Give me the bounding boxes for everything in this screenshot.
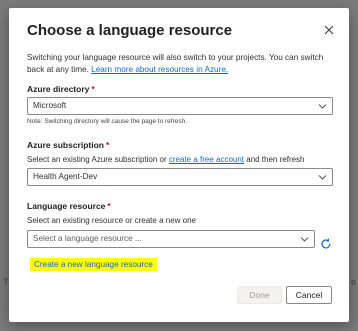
learn-more-link[interactable]: Learn more about resources in Azure. — [91, 65, 228, 74]
language-resource-dropdown[interactable]: Select a language resource ... — [27, 230, 315, 248]
azure-subscription-dropdown[interactable]: Health Agent-Dev — [27, 168, 333, 186]
background-text-fragment: e — [350, 277, 356, 287]
azure-subscription-value: Health Agent-Dev — [33, 172, 98, 181]
resource-help: Select an existing resource or create a … — [27, 216, 196, 225]
intro-text: Switching your language resource will al… — [27, 52, 337, 76]
azure-subscription-label-text: Azure subscription — [27, 140, 104, 150]
choose-language-resource-dialog: Choose a language resource Switching you… — [9, 8, 349, 322]
create-free-account-link[interactable]: create a free account — [169, 155, 244, 164]
azure-directory-label: Azure directory * — [27, 84, 95, 94]
language-resource-label-text: Language resource — [27, 201, 106, 211]
subscription-help: Select an existing Azure subscription or… — [27, 155, 305, 164]
create-new-language-resource-link[interactable]: Create a new language resource — [30, 258, 157, 271]
done-button[interactable]: Done — [237, 286, 282, 304]
close-icon[interactable] — [323, 24, 335, 36]
refresh-icon[interactable] — [320, 238, 332, 250]
required-marker: * — [107, 201, 111, 211]
subscription-help-suffix: and then refresh — [244, 155, 305, 164]
chevron-down-icon — [300, 237, 309, 242]
chevron-down-icon — [318, 175, 327, 180]
chevron-down-icon — [318, 104, 327, 109]
cancel-button[interactable]: Cancel — [286, 286, 332, 304]
required-marker: * — [105, 140, 110, 150]
required-marker: * — [91, 84, 95, 94]
subscription-help-prefix: Select an existing Azure subscription or — [27, 155, 169, 164]
dialog-title: Choose a language resource — [27, 22, 233, 39]
azure-directory-label-text: Azure directory — [27, 84, 90, 94]
azure-directory-value: Microsoft — [33, 101, 67, 110]
language-resource-label: Language resource * — [27, 201, 111, 211]
azure-directory-dropdown[interactable]: Microsoft — [27, 97, 333, 115]
azure-subscription-label: Azure subscription * — [27, 140, 109, 150]
language-resource-placeholder: Select a language resource ... — [33, 234, 142, 243]
directory-note: Note: Switching directory will cause the… — [27, 118, 188, 125]
